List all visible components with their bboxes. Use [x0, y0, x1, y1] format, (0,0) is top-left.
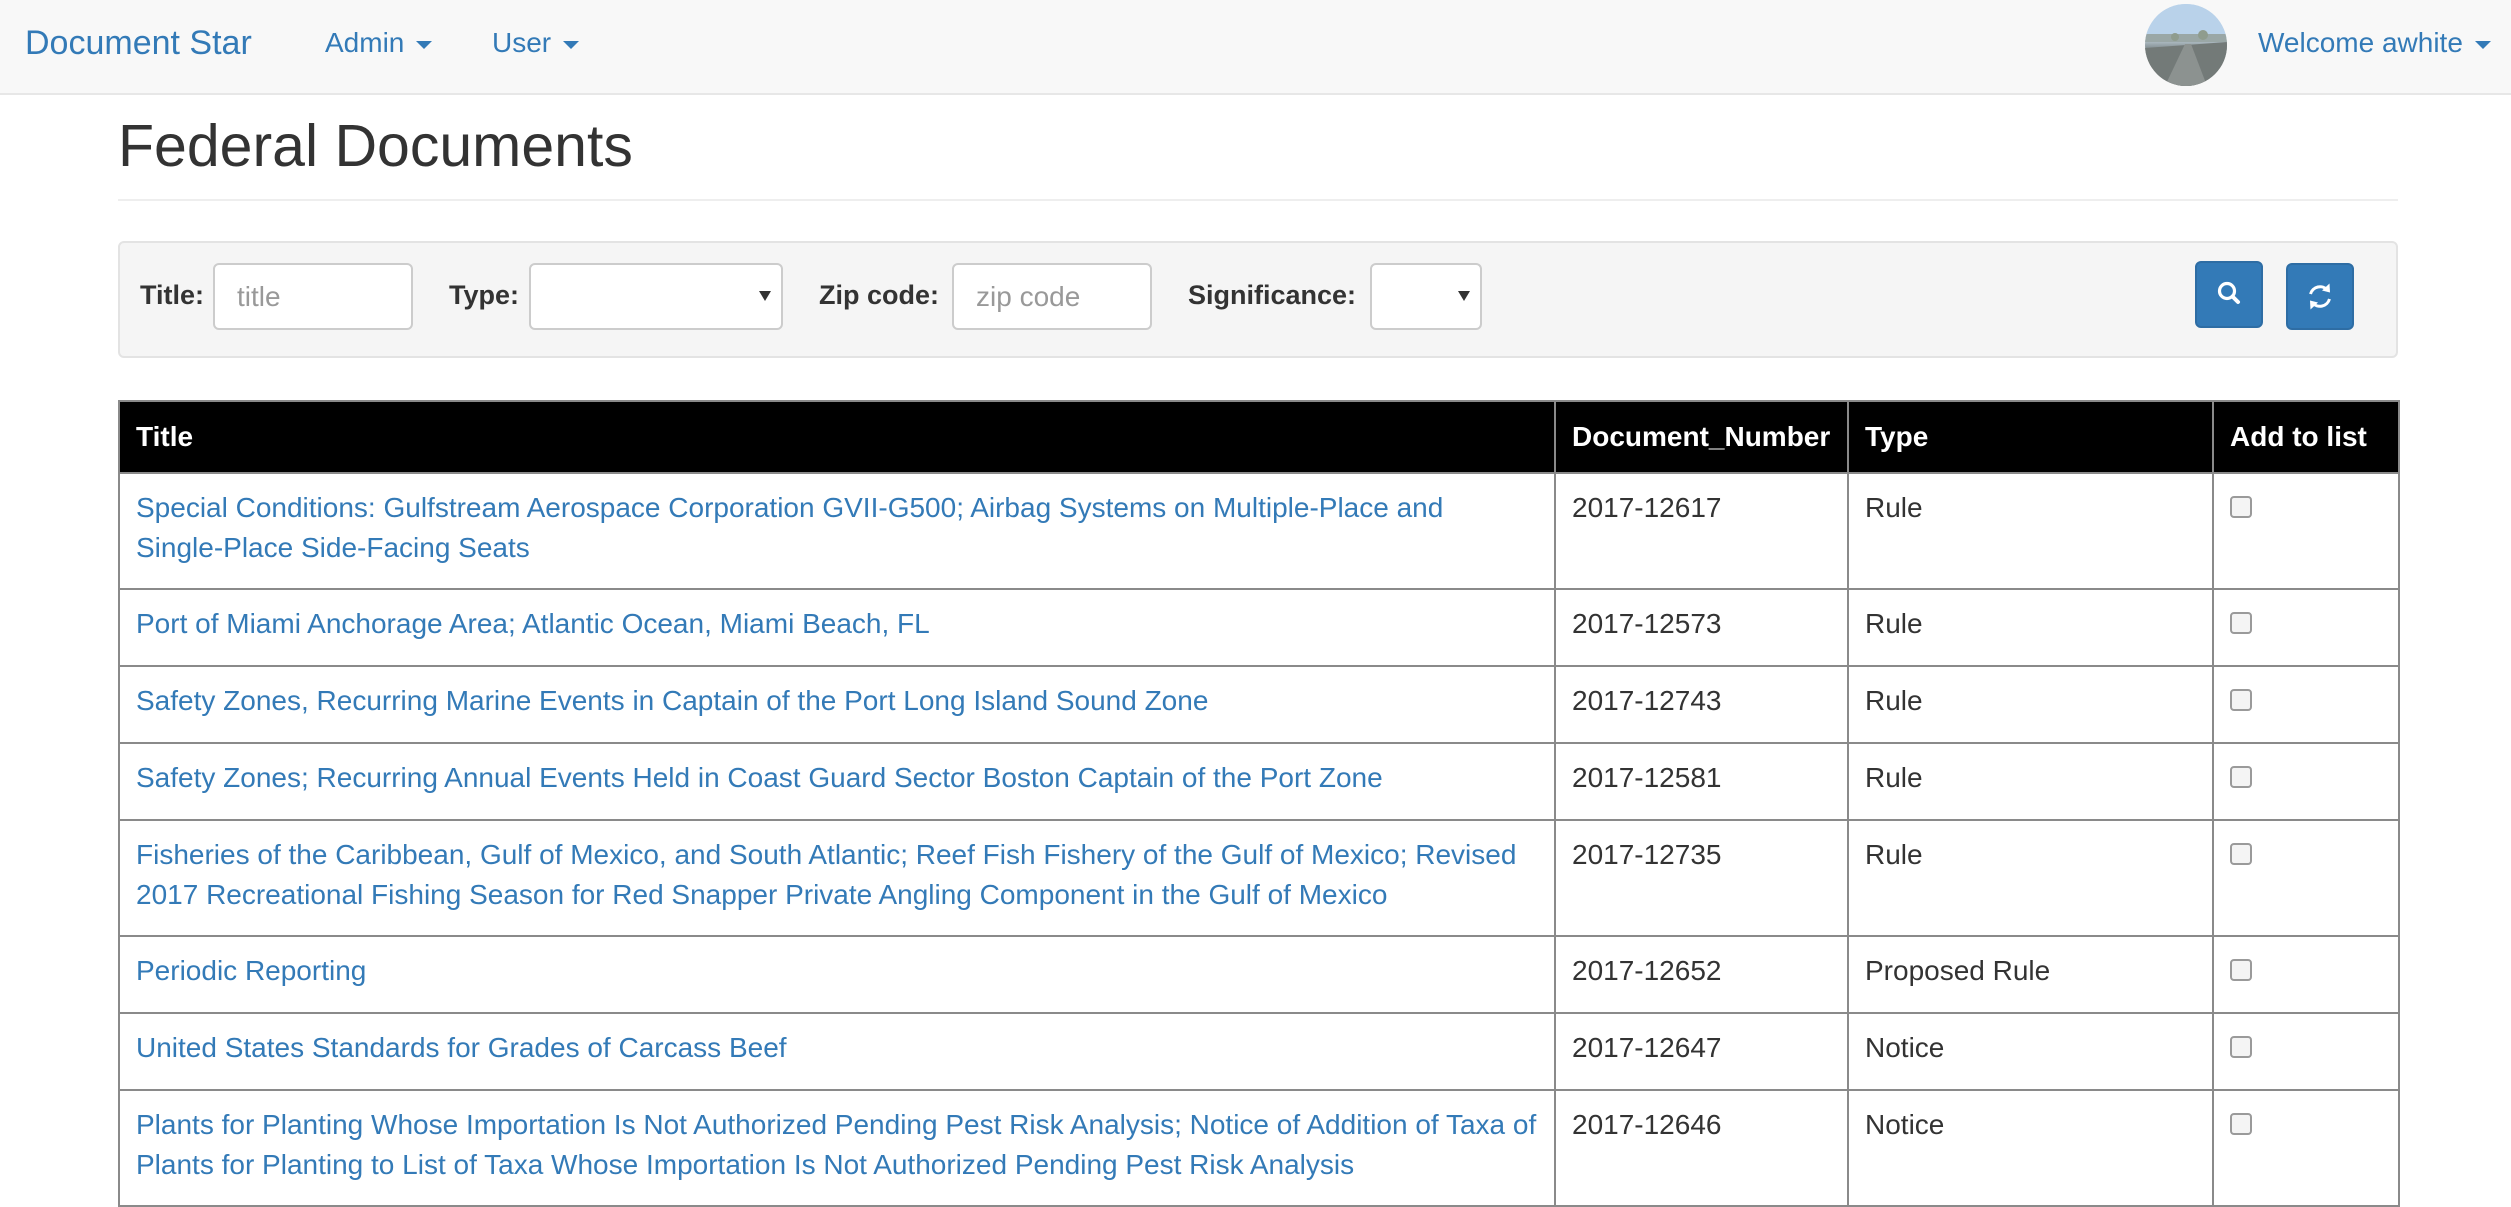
document-title-link[interactable]: Periodic Reporting — [136, 955, 366, 986]
document-title-link[interactable]: Special Conditions: Gulfstream Aerospace… — [136, 492, 1443, 563]
title-cell: Safety Zones; Recurring Annual Events He… — [118, 742, 1556, 821]
add-to-list-cell — [2212, 588, 2400, 667]
zip-code-input[interactable] — [952, 263, 1152, 330]
significance-filter-label: Significance: — [1188, 280, 1357, 310]
add-to-list-checkbox[interactable] — [2230, 496, 2252, 518]
welcome-label: Welcome awhite — [2258, 27, 2463, 58]
type-cell: Notice — [1847, 1089, 2214, 1207]
title-cell: Plants for Planting Whose Importation Is… — [118, 1089, 1556, 1207]
title-divider — [118, 199, 2398, 201]
add-to-list-checkbox[interactable] — [2230, 959, 2252, 981]
user-dropdown[interactable]: User — [492, 27, 580, 59]
document-title-link[interactable]: Plants for Planting Whose Importation Is… — [136, 1109, 1536, 1180]
add-to-list-cell — [2212, 665, 2400, 744]
document-number-cell: 2017-12581 — [1554, 742, 1849, 821]
search-icon — [2217, 281, 2240, 304]
top-navbar: Document Star Admin User Welcome awhite — [0, 0, 2511, 95]
document-number-cell: 2017-12617 — [1554, 472, 1849, 590]
refresh-button[interactable] — [2286, 263, 2354, 330]
add-to-list-cell — [2212, 935, 2400, 1014]
column-header-document-number[interactable]: Document_Number — [1554, 400, 1849, 474]
caret-down-icon — [563, 40, 580, 49]
add-to-list-cell — [2212, 742, 2400, 821]
type-filter-label: Type: — [449, 280, 520, 310]
type-cell: Proposed Rule — [1847, 935, 2214, 1014]
add-to-list-cell — [2212, 1089, 2400, 1207]
table-row: Port of Miami Anchorage Area; Atlantic O… — [118, 588, 2400, 667]
type-cell: Rule — [1847, 588, 2214, 667]
document-number-cell: 2017-12573 — [1554, 588, 1849, 667]
select-arrow-icon — [1458, 291, 1470, 301]
document-title-link[interactable]: Safety Zones, Recurring Marine Events in… — [136, 685, 1208, 716]
type-cell: Rule — [1847, 665, 2214, 744]
add-to-list-cell — [2212, 819, 2400, 937]
documents-table: Title Document_Number Type Add to list S… — [118, 400, 2400, 1207]
add-to-list-checkbox[interactable] — [2230, 612, 2252, 634]
table-header-row: Title Document_Number Type Add to list — [118, 400, 2400, 474]
title-cell: Safety Zones, Recurring Marine Events in… — [118, 665, 1556, 744]
avatar[interactable] — [2145, 4, 2227, 86]
title-filter-input[interactable] — [213, 263, 413, 330]
title-filter-label: Title: — [140, 280, 205, 310]
add-to-list-cell — [2212, 1012, 2400, 1091]
page-title: Federal Documents — [118, 113, 633, 179]
add-to-list-checkbox[interactable] — [2230, 689, 2252, 711]
document-title-link[interactable]: Fisheries of the Caribbean, Gulf of Mexi… — [136, 839, 1516, 910]
add-to-list-checkbox[interactable] — [2230, 766, 2252, 788]
document-number-cell: 2017-12743 — [1554, 665, 1849, 744]
refresh-icon — [2309, 283, 2331, 310]
type-cell: Notice — [1847, 1012, 2214, 1091]
title-cell: Special Conditions: Gulfstream Aerospace… — [118, 472, 1556, 590]
table-row: Fisheries of the Caribbean, Gulf of Mexi… — [118, 819, 2400, 937]
filter-bar: Title: Type: Zip code: Significance: — [118, 241, 2398, 358]
add-to-list-checkbox[interactable] — [2230, 1036, 2252, 1058]
column-header-add-to-list: Add to list — [2212, 400, 2400, 474]
table-row: Plants for Planting Whose Importation Is… — [118, 1089, 2400, 1207]
title-cell: United States Standards for Grades of Ca… — [118, 1012, 1556, 1091]
add-to-list-cell — [2212, 472, 2400, 590]
table-row: Safety Zones; Recurring Annual Events He… — [118, 742, 2400, 821]
document-number-cell: 2017-12646 — [1554, 1089, 1849, 1207]
table-row: Safety Zones, Recurring Marine Events in… — [118, 665, 2400, 744]
title-cell: Fisheries of the Caribbean, Gulf of Mexi… — [118, 819, 1556, 937]
column-header-type[interactable]: Type — [1847, 400, 2214, 474]
add-to-list-checkbox[interactable] — [2230, 1113, 2252, 1135]
type-cell: Rule — [1847, 819, 2214, 937]
document-title-link[interactable]: Safety Zones; Recurring Annual Events He… — [136, 762, 1383, 793]
type-cell: Rule — [1847, 472, 2214, 590]
table-row: Periodic Reporting 2017-12652 Proposed R… — [118, 935, 2400, 1014]
document-title-link[interactable]: Port of Miami Anchorage Area; Atlantic O… — [136, 608, 930, 639]
document-number-cell: 2017-12647 — [1554, 1012, 1849, 1091]
title-cell: Port of Miami Anchorage Area; Atlantic O… — [118, 588, 1556, 667]
caret-down-icon — [2474, 40, 2491, 49]
title-cell: Periodic Reporting — [118, 935, 1556, 1014]
column-header-title[interactable]: Title — [118, 400, 1556, 474]
search-button[interactable] — [2195, 261, 2263, 328]
document-title-link[interactable]: United States Standards for Grades of Ca… — [136, 1032, 787, 1063]
type-cell: Rule — [1847, 742, 2214, 821]
add-to-list-checkbox[interactable] — [2230, 843, 2252, 865]
admin-dropdown-label: Admin — [325, 27, 405, 58]
admin-dropdown[interactable]: Admin — [325, 27, 433, 59]
significance-filter-select[interactable] — [1370, 263, 1482, 330]
type-filter-select[interactable] — [529, 263, 783, 330]
caret-down-icon — [416, 40, 433, 49]
document-number-cell: 2017-12735 — [1554, 819, 1849, 937]
zip-filter-label: Zip code: — [819, 280, 939, 310]
select-arrow-icon — [759, 291, 771, 301]
welcome-user-dropdown[interactable]: Welcome awhite — [2258, 27, 2491, 59]
table-row: Special Conditions: Gulfstream Aerospace… — [118, 472, 2400, 590]
user-dropdown-label: User — [492, 27, 552, 58]
avatar-image — [2145, 4, 2227, 86]
brand-link[interactable]: Document Star — [25, 24, 252, 63]
table-row: United States Standards for Grades of Ca… — [118, 1012, 2400, 1091]
document-number-cell: 2017-12652 — [1554, 935, 1849, 1014]
